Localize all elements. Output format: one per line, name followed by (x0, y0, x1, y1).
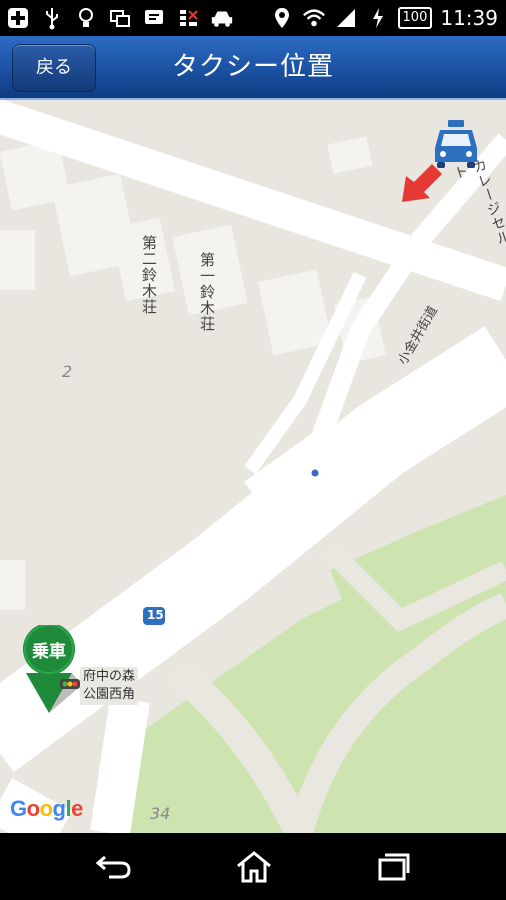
google-letter-g2: g (52, 796, 66, 821)
wifi-icon (302, 6, 326, 30)
plus-icon (6, 6, 30, 30)
home-icon[interactable] (232, 845, 276, 889)
signal-off-icon (176, 6, 200, 30)
poi-marker[interactable] (311, 469, 319, 477)
status-bar: 100 11:39 (0, 0, 506, 36)
stop-name-label: 府中の森 公園西角 (80, 667, 139, 705)
battery-icon: 100 (397, 7, 433, 29)
clock: 11:39 (440, 6, 498, 30)
block-label-34: 34 (150, 804, 171, 823)
app-header: タクシー位置 戻る (0, 36, 506, 100)
navigation-bar (0, 833, 506, 900)
google-letter-o2: o (39, 796, 53, 821)
building-label-1: 第二鈴木荘 (140, 235, 158, 315)
car-icon (210, 6, 234, 30)
building-label-2: 第一鈴木荘 (198, 252, 216, 332)
google-letter-o1: o (26, 796, 40, 821)
location-icon (270, 6, 294, 30)
cell-signal-icon (334, 6, 358, 30)
bulb-icon (74, 6, 98, 30)
stop-name-line1: 府中の森 (83, 669, 136, 684)
charging-icon (366, 6, 390, 30)
battery-level: 100 (397, 7, 433, 29)
block-label-2: 2 (62, 362, 73, 381)
screen-icon (108, 6, 132, 30)
chat-icon (142, 6, 166, 30)
pickup-badge-label: 乗車 (32, 642, 66, 662)
map-canvas (0, 100, 506, 833)
google-letter-g: G (10, 796, 27, 821)
google-logo: Google (10, 796, 83, 822)
back-icon[interactable] (92, 845, 136, 889)
recents-icon[interactable] (372, 845, 416, 889)
google-letter-e: e (71, 796, 83, 821)
map-view[interactable]: 第二鈴木荘 第一鈴木荘 小金井街道 2 34 15 カレージセルト 乗車 府中の… (0, 100, 506, 833)
stop-name-line2: 公園西角 (83, 687, 136, 702)
route-label: 15 (147, 608, 164, 622)
usb-icon (40, 6, 64, 30)
back-button[interactable]: 戻る (12, 44, 96, 92)
